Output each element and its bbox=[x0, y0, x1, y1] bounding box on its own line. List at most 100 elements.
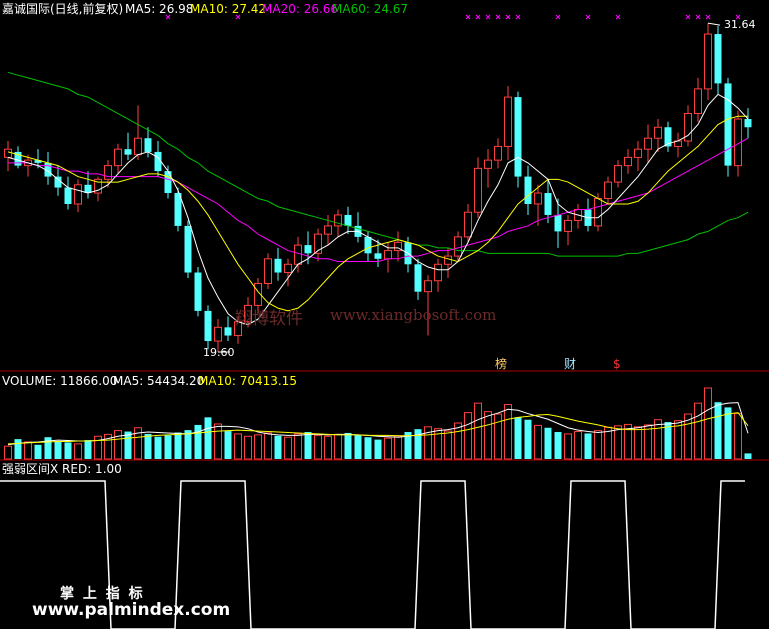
candle-body bbox=[134, 137, 142, 156]
candle-body bbox=[414, 264, 422, 292]
volume-bar bbox=[744, 453, 752, 459]
volume-ma5-label: MA5: 54434.20 bbox=[113, 374, 205, 388]
volume-bar bbox=[234, 433, 242, 460]
candle-body bbox=[544, 193, 552, 215]
volume-bar bbox=[504, 404, 512, 460]
candle-body bbox=[364, 236, 372, 254]
volume-bar bbox=[574, 431, 582, 460]
candle-body bbox=[284, 263, 292, 274]
volume-bar bbox=[564, 433, 572, 460]
watermark-url: www.xiangbosoft.com bbox=[330, 306, 497, 324]
ma-lines bbox=[7, 71, 749, 326]
volume-bar bbox=[314, 434, 322, 460]
volume-bar bbox=[294, 433, 302, 460]
candle-body bbox=[644, 137, 652, 150]
volume-bar bbox=[394, 435, 402, 460]
volume-bar bbox=[614, 425, 622, 460]
volume-bar bbox=[34, 444, 42, 459]
volume-series bbox=[4, 387, 752, 460]
candle-body bbox=[54, 176, 62, 188]
volume-bar bbox=[164, 435, 172, 459]
candle-body bbox=[474, 167, 482, 213]
volume-bar bbox=[464, 412, 472, 460]
volume-bar bbox=[734, 413, 742, 460]
volume-bar bbox=[24, 441, 32, 460]
candle-body bbox=[534, 192, 542, 205]
watermark-cn: 翔博软件 bbox=[235, 309, 303, 329]
volume-bar bbox=[344, 432, 352, 459]
marker-bang: 榜 bbox=[495, 357, 508, 371]
volume-bar bbox=[144, 433, 152, 459]
candle-body bbox=[744, 119, 752, 128]
candle-body bbox=[374, 253, 382, 259]
candle-body bbox=[4, 148, 12, 158]
high-price-label: 31.64 bbox=[724, 18, 756, 31]
candle-body bbox=[304, 245, 312, 254]
volume-bar bbox=[324, 435, 332, 460]
volume-bar bbox=[634, 426, 642, 460]
ma60-label: MA60: 24.67 bbox=[332, 2, 409, 16]
candle-body bbox=[194, 272, 202, 311]
volume-bar bbox=[114, 430, 122, 460]
volume-bar bbox=[14, 439, 22, 459]
marker-cai: 财 bbox=[564, 357, 577, 371]
volume-bar bbox=[364, 437, 372, 459]
volume-bar bbox=[724, 407, 732, 459]
candle-body bbox=[224, 327, 232, 336]
volume-bar bbox=[374, 439, 382, 459]
candle-body bbox=[524, 176, 532, 204]
volume-bar bbox=[64, 442, 72, 459]
volume-bar bbox=[644, 424, 652, 460]
candle-body bbox=[604, 181, 612, 200]
volume-bar bbox=[414, 429, 422, 459]
candle-body bbox=[454, 236, 462, 257]
candle-body bbox=[344, 214, 352, 226]
candle-body bbox=[484, 159, 492, 169]
candle-body bbox=[694, 88, 702, 115]
candle-body bbox=[64, 187, 72, 204]
candle-body bbox=[444, 255, 452, 265]
candle-body bbox=[274, 258, 282, 273]
candle-body bbox=[74, 184, 82, 205]
volume-bar bbox=[254, 434, 262, 460]
volume-bar bbox=[244, 435, 252, 460]
candle-body bbox=[554, 214, 562, 232]
chart-title: 嘉诚国际(日线,前复权) bbox=[2, 2, 124, 16]
candle-body bbox=[714, 34, 722, 84]
volume-bar bbox=[354, 435, 362, 459]
candle-body bbox=[164, 171, 172, 194]
volume-ma10-label: MA10: 70413.15 bbox=[198, 374, 297, 388]
volume-bar bbox=[204, 417, 212, 459]
volume-bar bbox=[594, 430, 602, 460]
volume-label: VOLUME: 11866.00 bbox=[2, 374, 118, 388]
marker-dollar: $ bbox=[613, 357, 621, 371]
volume-bar bbox=[484, 411, 492, 460]
volume-bar bbox=[554, 432, 562, 459]
volume-bar bbox=[654, 419, 662, 460]
candle-body bbox=[634, 148, 642, 158]
candle-body bbox=[214, 326, 222, 342]
volume-bar bbox=[534, 424, 542, 460]
volume-bar bbox=[194, 424, 202, 459]
volume-bar bbox=[704, 387, 712, 460]
volume-bar bbox=[214, 423, 222, 460]
candle-body bbox=[384, 250, 392, 260]
candle-body bbox=[504, 96, 512, 147]
volume-bar bbox=[474, 402, 482, 460]
volume-bar bbox=[274, 435, 282, 459]
ma20-label: MA20: 26.66 bbox=[262, 2, 339, 16]
candle-body bbox=[594, 198, 602, 227]
candle-body bbox=[324, 225, 332, 235]
volume-bar bbox=[494, 413, 502, 460]
candle-body bbox=[124, 149, 132, 155]
indicator-label: 强弱区间X RED: 1.00 bbox=[2, 462, 122, 476]
volume-bar bbox=[224, 431, 232, 459]
candle-body bbox=[464, 211, 472, 238]
volume-bar bbox=[4, 445, 12, 460]
candle-body bbox=[564, 219, 572, 232]
volume-bar bbox=[544, 427, 552, 459]
low-price-label: 19.60 bbox=[203, 346, 235, 359]
volume-bar bbox=[384, 437, 392, 460]
volume-bar bbox=[74, 443, 82, 460]
volume-bar bbox=[264, 432, 272, 460]
